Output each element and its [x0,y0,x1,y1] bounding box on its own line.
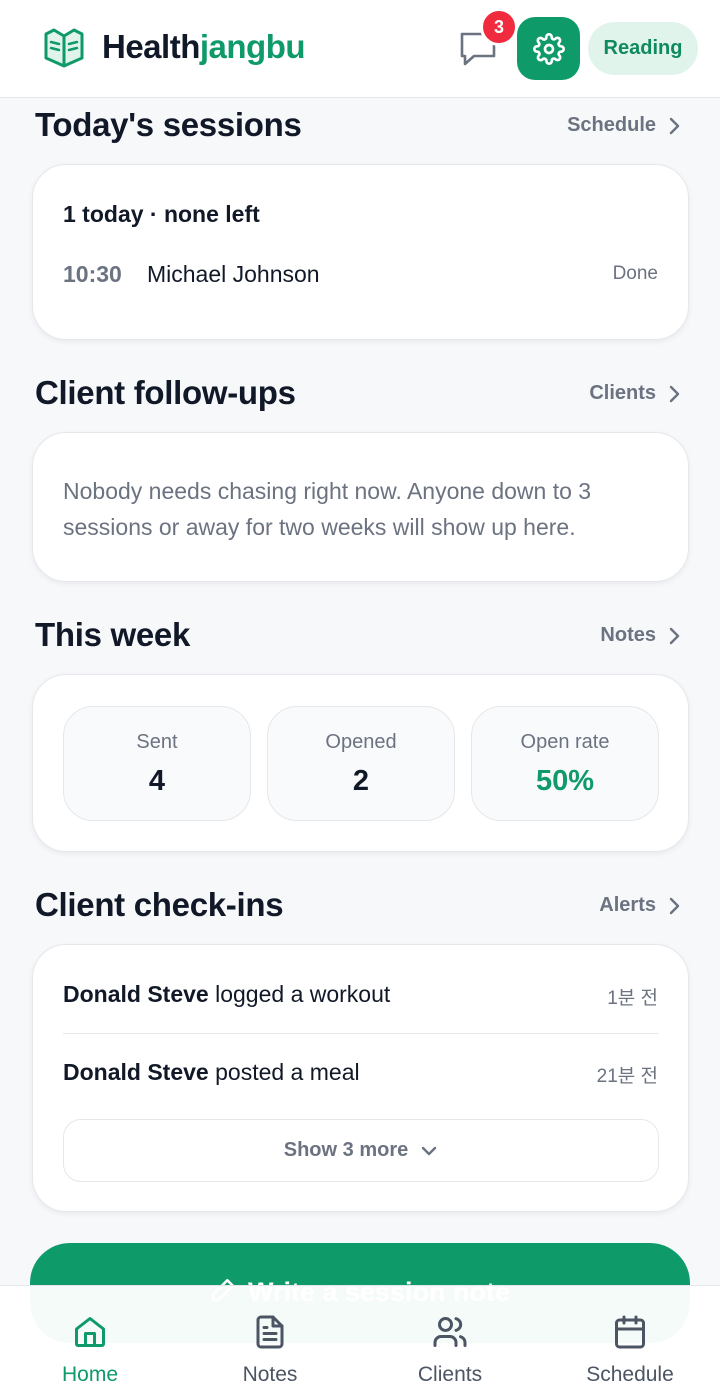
checkin-text: Donald Steve logged a workout [63,981,390,1008]
alerts-link-label: Alerts [599,894,656,916]
session-time: 10:30 [63,261,122,287]
document-icon [256,1315,284,1349]
settings-button[interactable] [517,17,580,80]
show-more-label: Show 3 more [283,1139,409,1161]
session-status: Done [612,263,658,284]
brand-part-health: Health [102,28,200,65]
clients-link-label: Clients [589,382,656,404]
nav-label-home: Home [61,1363,119,1386]
session-client-name[interactable]: Michael Johnson [147,261,320,288]
schedule-link-label: Schedule [567,114,656,136]
chevron-right-icon [669,897,680,914]
stat-label: Sent [136,731,178,753]
nav-label-clients: Clients [417,1363,483,1386]
sessions-card: 1 today · none left 10:30 Michael Johnso… [32,164,689,340]
checkin-row[interactable]: Donald Steve logged a workout 1분 전 [63,945,658,1023]
nav-item-schedule[interactable]: Schedule [540,1286,720,1400]
stat-opened: Opened 2 [267,706,455,821]
checkins-section-title: Client check-ins [35,886,284,923]
messages-badge: 3 [480,8,518,46]
app-header: Healthjangbu 3 Reading [0,0,720,98]
followups-card: Nobody needs chasing right now. Anyone d… [32,432,689,582]
checkin-text: Donald Steve posted a meal [63,1059,360,1086]
chevron-down-icon [422,1146,437,1155]
chevron-right-icon [669,627,680,644]
checkin-time: 1분 전 [607,988,658,1009]
checkin-row[interactable]: Donald Steve posted a meal 21분 전 [63,1023,658,1101]
checkin-client-name: Donald Steve [63,1059,209,1085]
stat-sent: Sent 4 [63,706,251,821]
stat-value: 50% [535,765,595,797]
checkin-action: logged a workout [208,981,391,1007]
brand-part-jangbu: jangbu [199,28,306,65]
checkins-card: Donald Steve logged a workout 1분 전 Donal… [32,944,689,1212]
notes-link-label: Notes [600,624,656,646]
alerts-link[interactable]: Alerts [599,894,680,917]
checkin-time: 21분 전 [596,1066,658,1087]
chevron-right-icon [669,117,680,134]
stat-open-rate: Open rate 50% [471,706,659,821]
followups-section-title: Client follow-ups [35,374,296,411]
week-section-title: This week [35,616,191,653]
followups-empty-text: Nobody needs chasing right now. Anyone d… [63,478,592,540]
nav-label-schedule: Schedule [586,1363,674,1386]
sessions-summary: 1 today · none left [63,201,260,227]
checkin-client-name: Donald Steve [63,981,209,1007]
sessions-section-title: Today's sessions [35,106,302,143]
show-more-button[interactable]: Show 3 more [63,1119,659,1182]
nav-label-notes: Notes [242,1363,298,1386]
stat-value: 2 [352,765,370,797]
stat-label: Open rate [520,731,610,753]
calendar-icon [615,1315,645,1349]
checkin-action: posted a meal [208,1059,360,1085]
stat-value: 4 [148,765,166,797]
nav-item-notes[interactable]: Notes [180,1286,360,1400]
bottom-nav: Home Notes Clients Schedule [0,1285,720,1400]
reading-mode-button[interactable]: Reading [588,22,698,75]
users-icon [433,1317,467,1347]
notes-link[interactable]: Notes [600,624,680,647]
brand-wordmark[interactable]: Healthjangbu [102,28,306,66]
schedule-link[interactable]: Schedule [567,114,680,137]
nav-item-clients[interactable]: Clients [360,1286,540,1400]
chevron-right-icon [669,385,680,402]
nav-item-home[interactable]: Home [0,1286,180,1400]
week-stats-card: Sent 4 Opened 2 Open rate 50% [32,674,689,852]
logo-icon [44,28,84,68]
stat-label: Opened [325,731,397,753]
gear-icon [532,32,565,65]
clients-link[interactable]: Clients [589,382,680,405]
home-icon [75,1317,105,1347]
